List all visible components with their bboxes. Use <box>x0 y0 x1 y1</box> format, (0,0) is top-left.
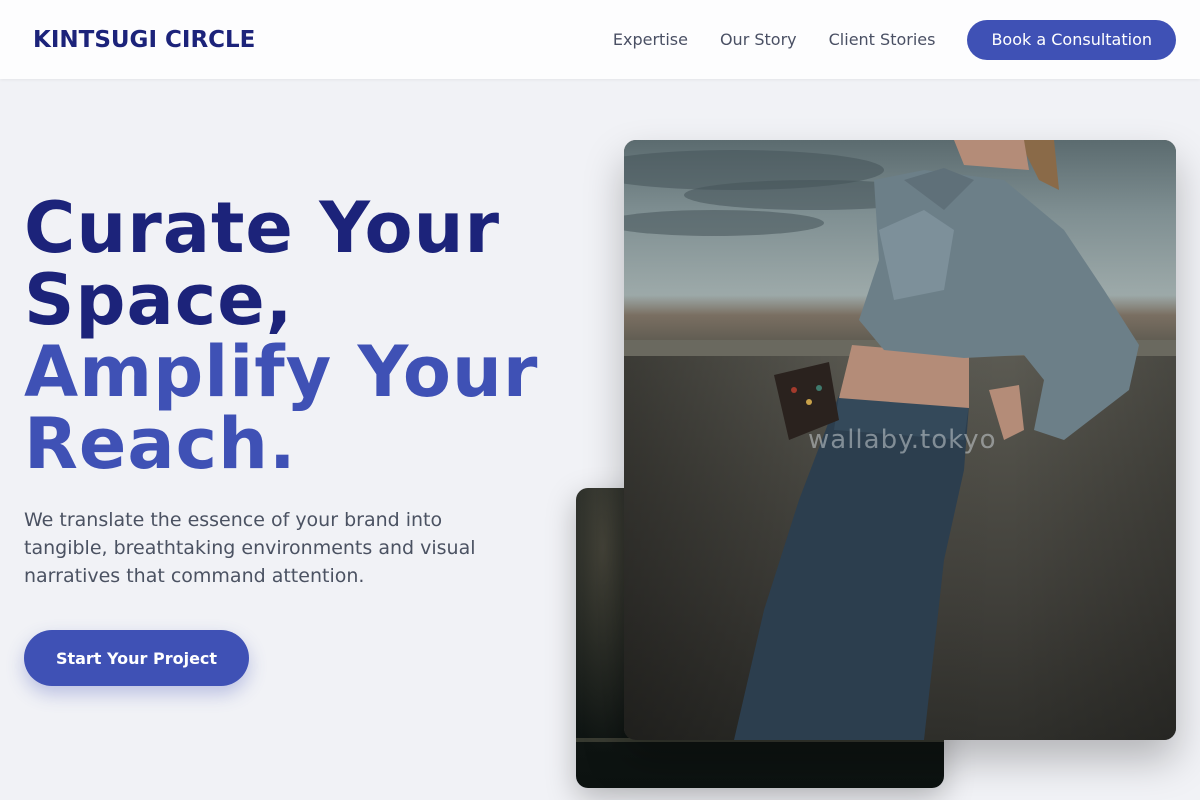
main-nav: Expertise Our Story Client Stories Book … <box>613 19 1176 60</box>
book-consultation-button[interactable]: Book a Consultation <box>967 19 1176 60</box>
hero-title-line-1: Curate Your <box>24 187 500 269</box>
hero-title: Curate Your Space, Amplify Your Reach. <box>24 192 584 480</box>
hero-photo: wallaby.tokyo <box>624 140 1176 740</box>
start-project-button[interactable]: Start Your Project <box>24 630 249 686</box>
hero-title-line-3: Amplify Your <box>24 331 539 413</box>
hero-title-line-4: Reach. <box>24 403 297 485</box>
hero-title-line-2: Space, <box>24 259 294 341</box>
brand-logo[interactable]: KINTSUGI CIRCLE <box>33 27 255 53</box>
photo-watermark: wallaby.tokyo <box>808 425 997 455</box>
site-header: KINTSUGI CIRCLE Expertise Our Story Clie… <box>0 0 1200 79</box>
nav-link-expertise[interactable]: Expertise <box>613 30 688 49</box>
nav-link-our-story[interactable]: Our Story <box>720 30 797 49</box>
nav-link-client-stories[interactable]: Client Stories <box>829 30 936 49</box>
hero-subtitle: We translate the essence of your brand i… <box>24 509 476 587</box>
